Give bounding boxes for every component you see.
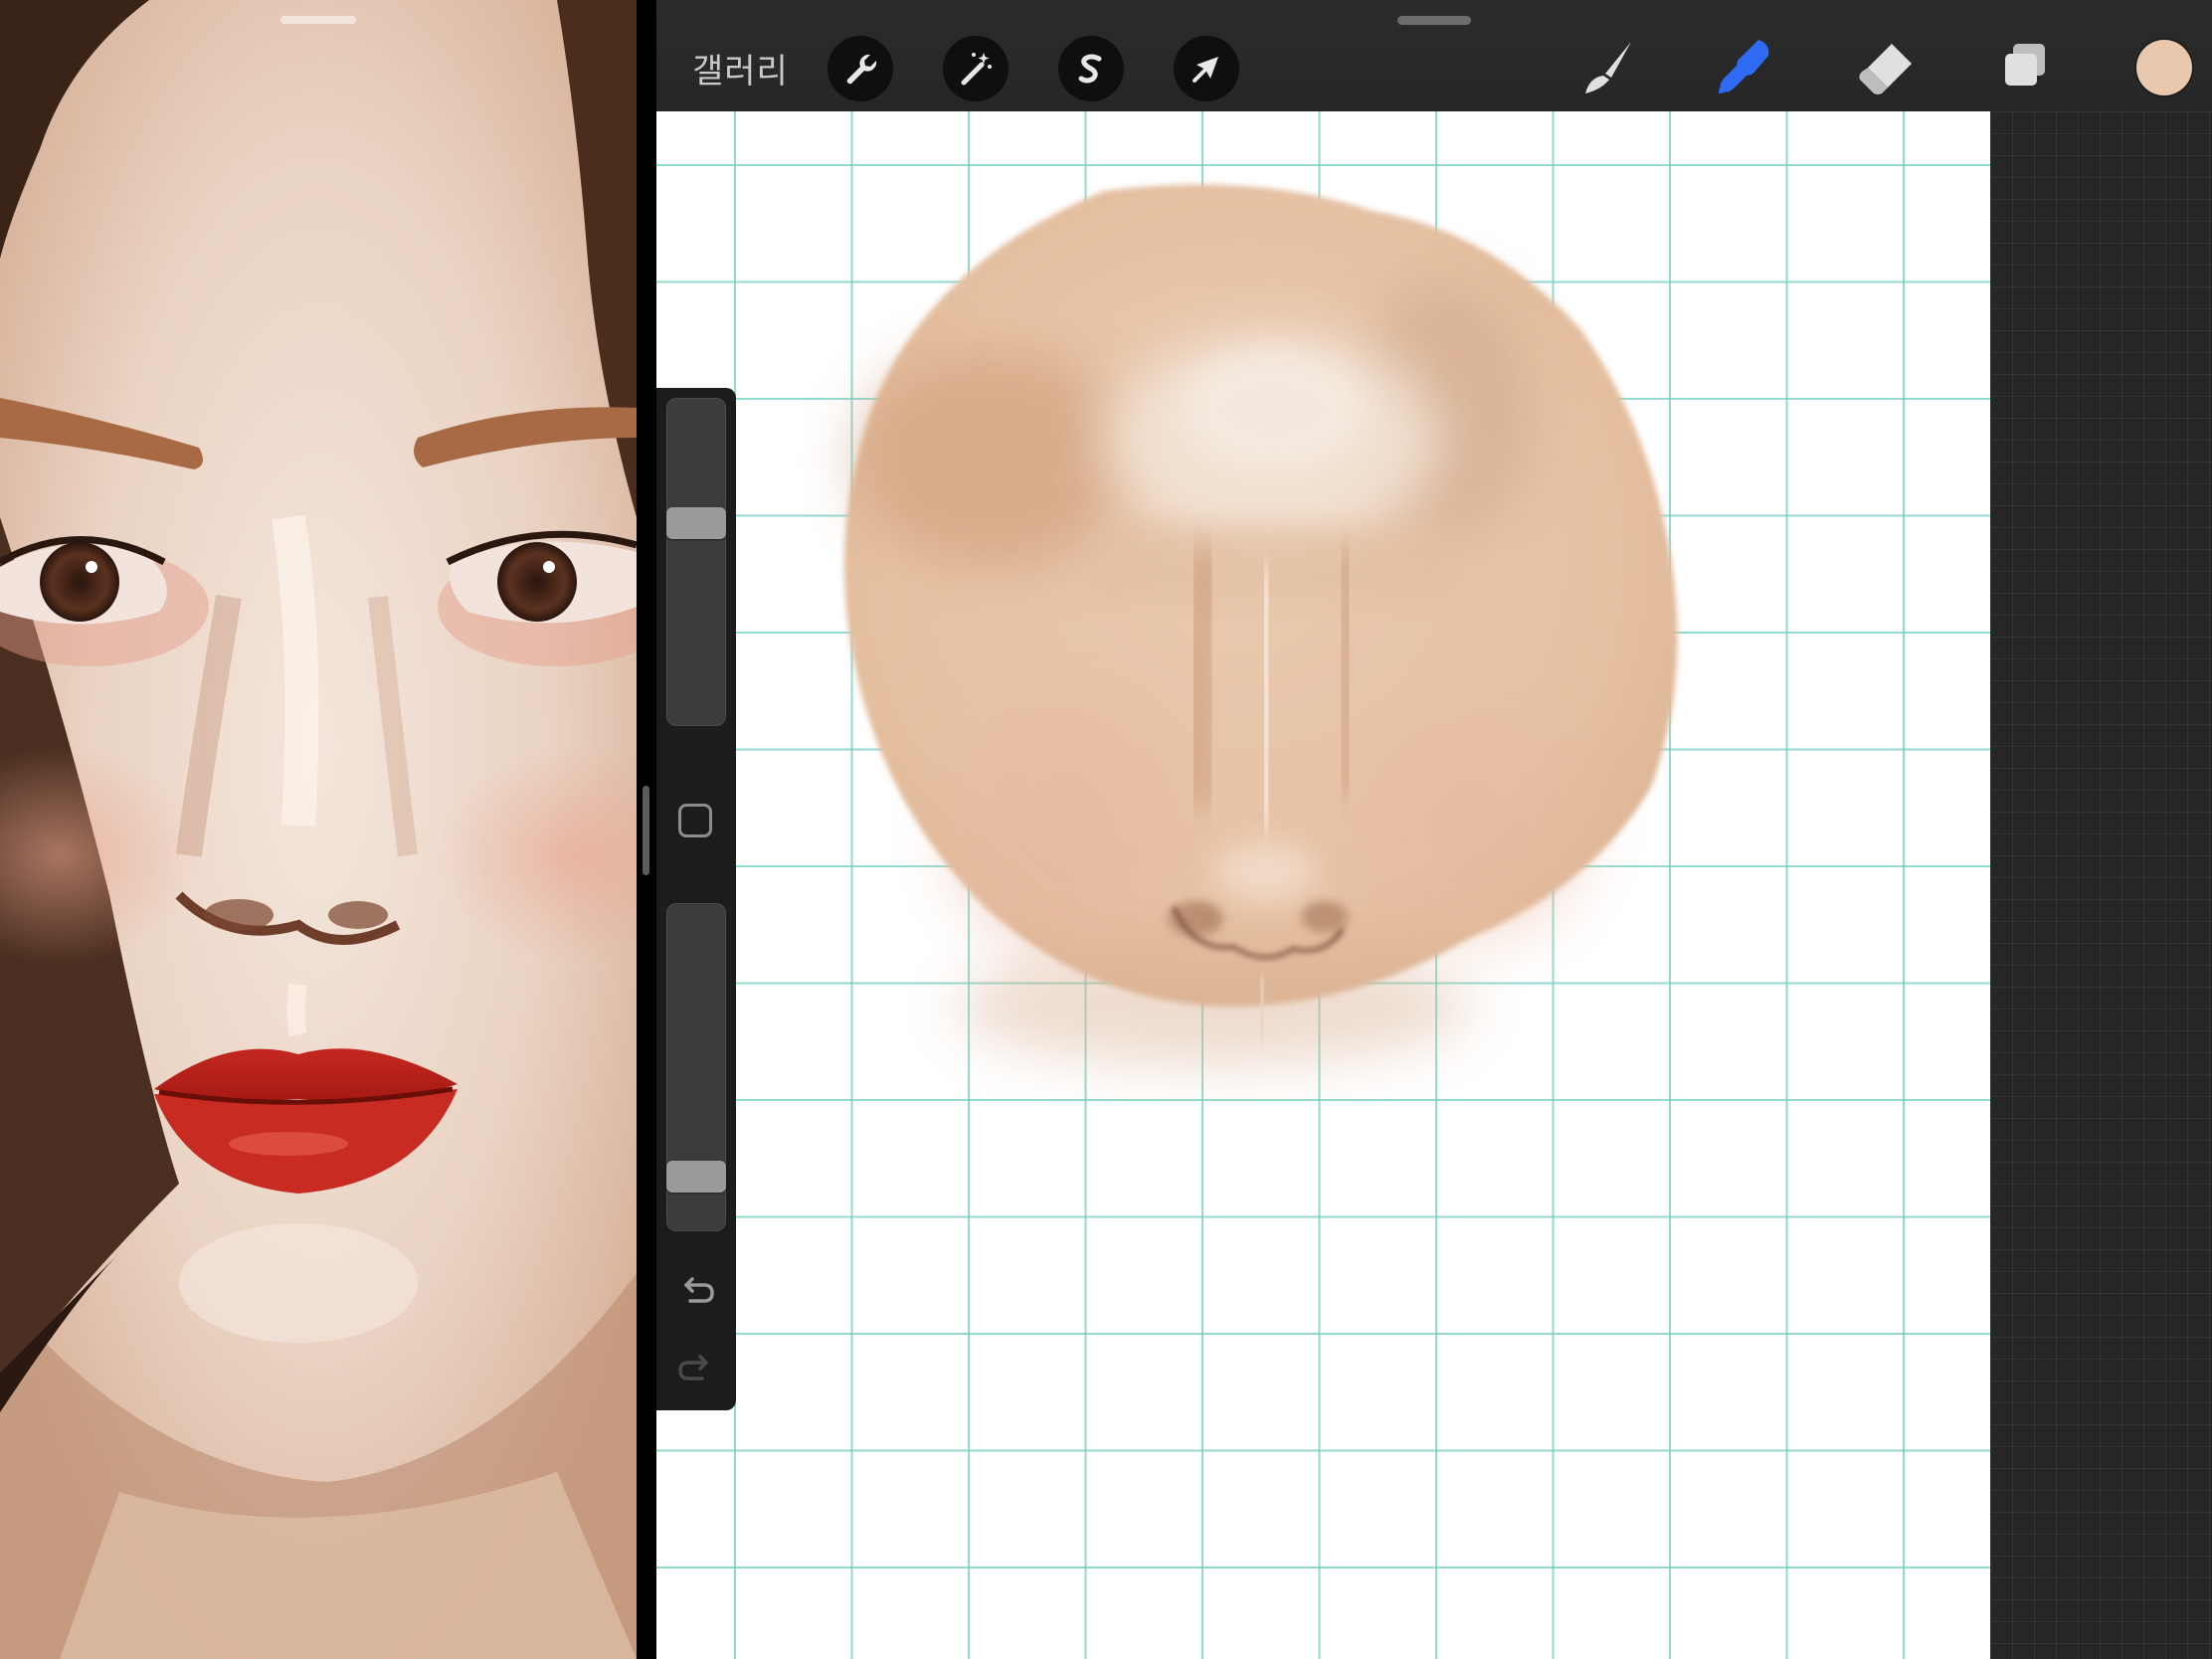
eraser-icon [1859,44,1912,94]
canvas-margin [1990,111,2212,1659]
selection-button[interactable] [1058,36,1124,101]
reference-photo-panel [0,0,637,1659]
gallery-link[interactable]: 갤러리 [692,44,789,92]
magic-wand-icon [961,53,992,86]
smudge-finger-icon [1719,40,1769,93]
brush-tool[interactable] [1569,30,1645,105]
reference-portrait-image [0,0,637,1659]
wrench-icon [846,54,877,85]
selection-s-icon [1078,54,1102,84]
color-picker-button[interactable] [2136,40,2192,95]
transform-button[interactable] [1174,36,1239,101]
modify-button[interactable] [678,804,712,837]
top-grabber[interactable] [1397,16,1471,25]
arrow-cursor-icon [1193,57,1218,83]
split-view-handle[interactable] [643,786,649,875]
undo-icon[interactable] [676,1271,716,1311]
layers-button[interactable] [1987,30,2063,105]
eraser-tool[interactable] [1848,30,1924,105]
opacity-slider[interactable] [666,903,726,1231]
top-toolbar: 갤러리 [656,0,2212,111]
split-view-grabber[interactable] [280,16,356,24]
brush-icon [1585,42,1631,93]
opacity-slider-thumb[interactable] [666,1161,726,1193]
smudge-tool[interactable] [1707,30,1782,105]
brush-size-slider[interactable] [666,398,726,726]
face-painting [843,184,1678,1066]
sidebar [656,388,736,1410]
procreate-app: 갤러리 [656,0,2212,1659]
brush-size-slider-thumb[interactable] [666,507,726,539]
adjustments-button[interactable] [943,36,1009,101]
drawing-canvas[interactable] [656,111,1990,1659]
redo-icon[interactable] [676,1349,716,1388]
actions-button[interactable] [828,36,893,101]
layers-icon [2005,44,2045,86]
